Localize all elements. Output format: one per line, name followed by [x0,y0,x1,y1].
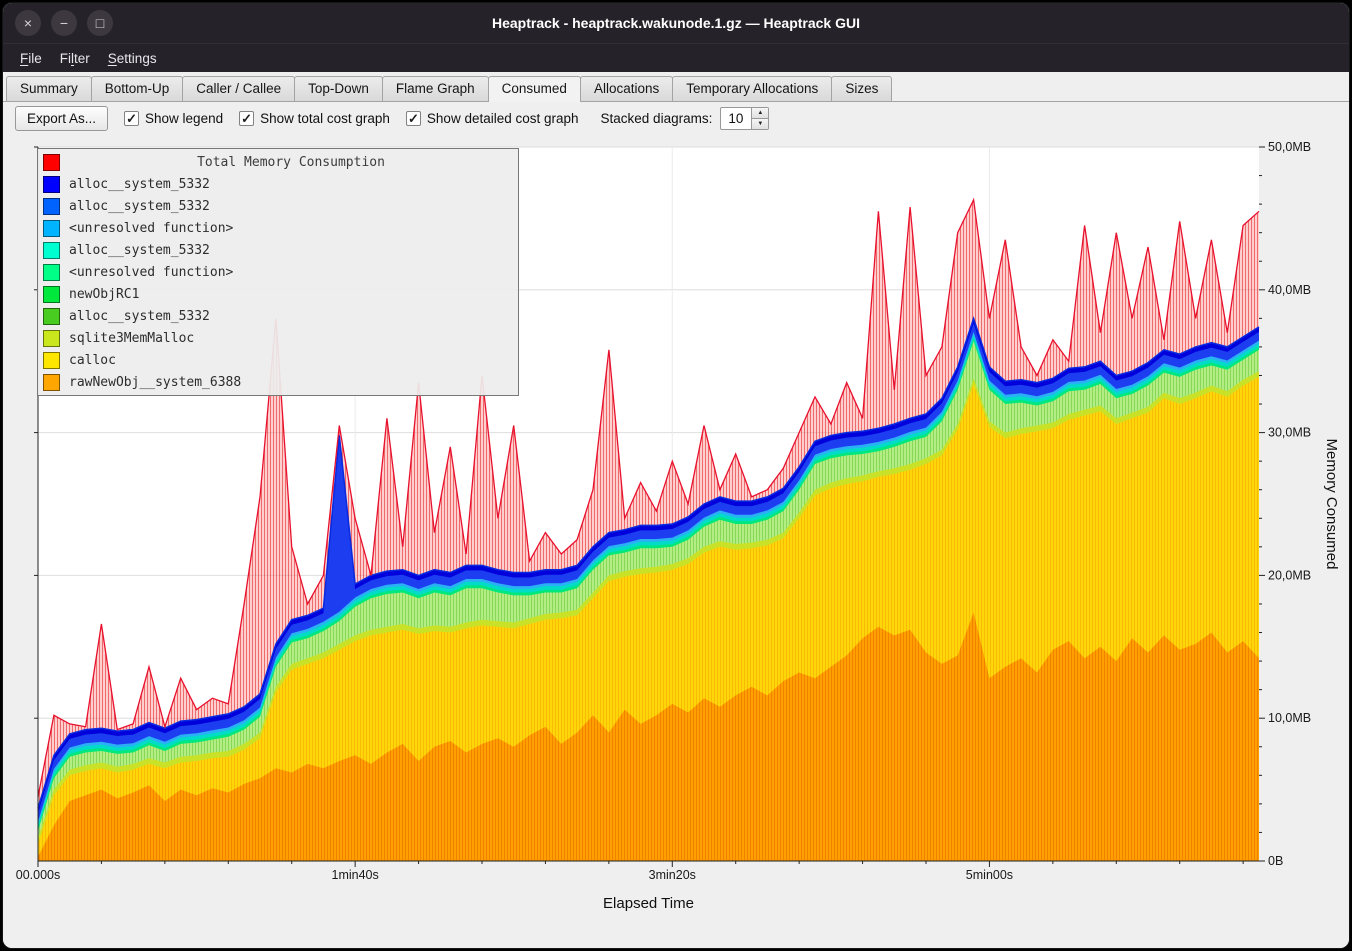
legend-item: <unresolved function> [43,217,513,239]
chart-legend: Total Memory Consumption alloc__system_53… [37,148,519,396]
legend-item: newObjRC1 [43,283,513,305]
checkbox-show-legend[interactable]: ✓ Show legend [124,111,223,126]
legend-item: <unresolved function> [43,261,513,283]
y-axis-title: Memory Consumed [1323,439,1340,570]
checkbox-label: Show total cost graph [260,111,390,126]
legend-color-swatch [43,352,60,369]
legend-color-swatch [43,374,60,391]
checkbox-box[interactable]: ✓ [406,111,421,126]
checkbox-label: Show legend [145,111,223,126]
legend-label: rawNewObj__system_6388 [69,375,241,390]
stacked-diagrams-label: Stacked diagrams: [601,111,713,126]
menu-settings[interactable]: Settings [99,47,166,70]
toolbar-checkboxes: ✓ Show legend ✓ Show total cost graph ✓ Show … [124,111,579,126]
toolbar: Export As... ✓ Show legend ✓ Show total cos… [3,102,1349,135]
window-title: Heaptrack - heaptrack.wakunode.1.gz — He… [3,15,1349,31]
legend-label: newObjRC1 [69,287,139,302]
heaptrack-window: ×−□ Heaptrack - heaptrack.wakunode.1.gz … [3,3,1349,948]
legend-color-swatch [43,154,60,171]
tab-summary[interactable]: Summary [6,76,92,101]
legend-color-swatch [43,198,60,215]
y-tick-label: 50,0MB [1268,140,1311,154]
legend-item: alloc__system_5332 [43,239,513,261]
x-tick-label: 3min20s [649,868,696,882]
legend-label: alloc__system_5332 [69,309,210,324]
legend-color-swatch [43,220,60,237]
tab-temporary-allocations[interactable]: Temporary Allocations [672,76,832,101]
legend-color-swatch [43,308,60,325]
legend-label: sqlite3MemMalloc [69,331,194,346]
tab-sizes[interactable]: Sizes [831,76,892,101]
x-tick-label: 00.000s [16,868,60,882]
checkbox-box[interactable]: ✓ [239,111,254,126]
spinbox-value[interactable]: 10 [721,108,751,129]
chart-area: 00.000s 1min40s 3min20s 5min00s 0B 10,0MB 20,0… [3,135,1349,948]
legend-item: calloc [43,349,513,371]
tabbar: SummaryBottom-UpCaller / CalleeTop-DownF… [3,72,1349,102]
legend-label: <unresolved function> [69,221,233,236]
legend-color-swatch [43,264,60,281]
x-tick-label: 5min00s [966,868,1013,882]
legend-item: rawNewObj__system_6388 [43,371,513,393]
window-close-button[interactable]: × [15,10,41,36]
tab-consumed[interactable]: Consumed [488,76,581,102]
titlebar[interactable]: ×−□ Heaptrack - heaptrack.wakunode.1.gz … [3,3,1349,43]
tab-top-down[interactable]: Top-Down [294,76,383,101]
legend-color-swatch [43,176,60,193]
y-tick-label: 20,0MB [1268,568,1311,582]
checkbox-label: Show detailed cost graph [427,111,579,126]
legend-label: <unresolved function> [69,265,233,280]
window-controls: ×−□ [3,10,113,36]
window-maximize-button[interactable]: □ [87,10,113,36]
checkbox-show-total-cost-graph[interactable]: ✓ Show total cost graph [239,111,390,126]
spin-up-button[interactable]: ▲ [752,108,768,118]
export-as-button[interactable]: Export As... [15,106,108,131]
menu-filter[interactable]: Filter [51,47,99,70]
checkbox-box[interactable]: ✓ [124,111,139,126]
legend-color-swatch [43,330,60,347]
spin-down-button[interactable]: ▼ [752,118,768,129]
legend-title-row: Total Memory Consumption [43,151,513,173]
y-tick-label: 30,0MB [1268,426,1311,440]
legend-label: alloc__system_5332 [69,177,210,192]
legend-item: alloc__system_5332 [43,173,513,195]
legend-color-swatch [43,242,60,259]
legend-label: Total Memory Consumption [69,155,513,170]
checkbox-show-detailed-cost-graph[interactable]: ✓ Show detailed cost graph [406,111,579,126]
legend-item: alloc__system_5332 [43,195,513,217]
stacked-diagrams-spinbox[interactable]: 10 ▲ ▼ [720,107,769,130]
legend-item: alloc__system_5332 [43,305,513,327]
tab-flame-graph[interactable]: Flame Graph [382,76,489,101]
y-tick-label: 0B [1268,854,1283,868]
menubar: FileFilterSettings [3,43,1349,72]
legend-label: calloc [69,353,116,368]
x-tick-label: 1min40s [332,868,379,882]
legend-color-swatch [43,286,60,303]
x-axis-title: Elapsed Time [603,895,694,912]
y-tick-label: 40,0MB [1268,283,1311,297]
tab-allocations[interactable]: Allocations [580,76,673,101]
window-minimize-button[interactable]: − [51,10,77,36]
y-tick-label: 10,0MB [1268,711,1311,725]
menu-file[interactable]: File [11,47,51,70]
legend-label: alloc__system_5332 [69,243,210,258]
tab-bottom-up[interactable]: Bottom-Up [91,76,184,101]
spinbox-buttons: ▲ ▼ [751,108,768,129]
legend-label: alloc__system_5332 [69,199,210,214]
legend-item: sqlite3MemMalloc [43,327,513,349]
tab-caller-callee[interactable]: Caller / Callee [182,76,295,101]
